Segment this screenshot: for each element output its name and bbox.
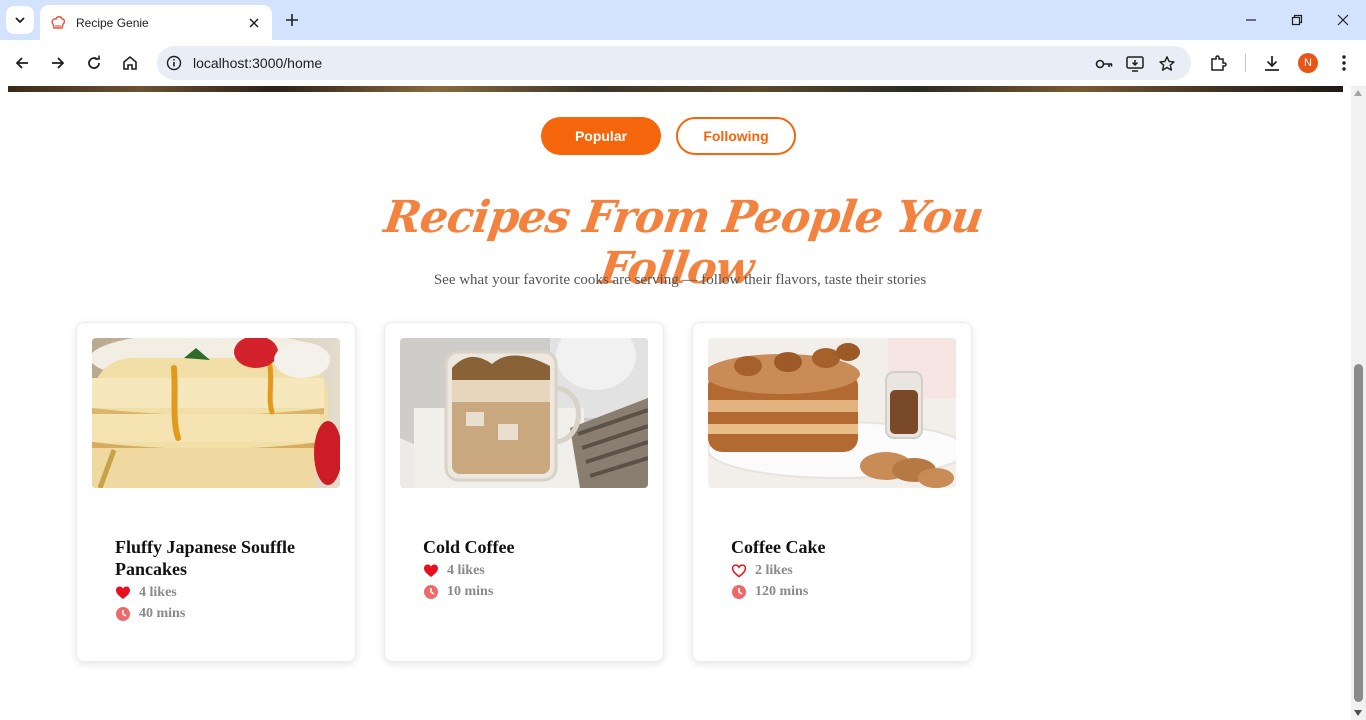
puzzle-icon <box>1211 55 1227 71</box>
recipe-likes: 4 likes <box>423 563 485 579</box>
recipe-time: 120 mins <box>731 584 808 600</box>
recipe-image-cold-coffee[interactable] <box>400 338 648 488</box>
scrollbar-thumb[interactable] <box>1354 364 1363 702</box>
clock-icon <box>423 584 439 600</box>
minimize-icon <box>1246 19 1256 21</box>
recipe-genie-favicon-icon <box>50 15 66 31</box>
browser-menu-button[interactable] <box>1332 51 1356 75</box>
scroll-down-arrow-icon[interactable] <box>1354 710 1362 716</box>
address-bar[interactable]: localhost:3000/home <box>157 46 1191 80</box>
back-button[interactable] <box>8 49 36 77</box>
plus-icon <box>286 14 298 26</box>
reload-button[interactable] <box>80 49 108 77</box>
scroll-up-arrow-icon[interactable] <box>1354 90 1362 96</box>
tab-strip: Recipe Genie <box>0 0 1366 40</box>
close-window-button[interactable] <box>1328 6 1358 34</box>
tab-search-button[interactable] <box>6 6 34 34</box>
site-info-icon[interactable] <box>165 54 183 72</box>
browser-tab[interactable]: Recipe Genie <box>40 5 272 40</box>
recipe-title[interactable]: Coffee Cake <box>731 536 941 558</box>
recipe-card[interactable]: Coffee Cake 2 likes 120 mins <box>692 322 972 662</box>
close-icon <box>1337 14 1349 26</box>
url-text[interactable]: localhost:3000/home <box>193 55 322 71</box>
recipe-title[interactable]: Fluffy Japanese Souffle Pancakes <box>115 536 325 580</box>
recipe-image-pancakes[interactable] <box>92 338 340 488</box>
arrow-left-icon <box>15 57 28 69</box>
recipe-time: 10 mins <box>423 584 493 600</box>
recipe-likes: 2 likes <box>731 563 793 579</box>
clock-icon <box>115 606 131 622</box>
page-viewport: Popular Following Recipes From People Yo… <box>0 86 1366 720</box>
section-subheading: See what your favorite cooks are serving… <box>433 272 927 288</box>
heart-filled-icon[interactable] <box>423 563 439 579</box>
reload-icon <box>88 55 100 69</box>
likes-count: 4 likes <box>447 563 485 578</box>
page-scrollbar[interactable] <box>1351 86 1366 720</box>
clock-icon <box>731 584 747 600</box>
arrow-right-icon <box>52 57 65 69</box>
downloads-button[interactable] <box>1260 51 1284 75</box>
cook-time: 120 mins <box>755 584 809 599</box>
home-icon <box>123 55 137 70</box>
recipe-image-coffee-cake[interactable] <box>708 338 956 488</box>
heart-filled-icon[interactable] <box>115 585 131 601</box>
recipe-title[interactable]: Cold Coffee <box>423 536 633 558</box>
recipe-likes: 4 likes <box>115 585 177 601</box>
likes-count: 2 likes <box>755 563 793 578</box>
heart-outline-icon[interactable] <box>731 563 747 579</box>
cook-time: 10 mins <box>447 584 494 599</box>
tab-title: Recipe Genie <box>76 15 149 30</box>
close-tab-icon[interactable] <box>246 15 262 31</box>
likes-count: 4 likes <box>139 585 177 600</box>
chevron-down-icon <box>15 17 25 24</box>
recipe-time: 40 mins <box>115 606 185 622</box>
recipe-card[interactable]: Fluffy Japanese Souffle Pancakes 4 likes… <box>76 322 356 662</box>
hero-banner-image <box>8 86 1343 92</box>
download-icon <box>1265 56 1279 71</box>
forward-button[interactable] <box>44 49 72 77</box>
home-button[interactable] <box>116 49 144 77</box>
password-key-icon[interactable] <box>1093 53 1115 75</box>
profile-avatar[interactable]: N <box>1298 53 1318 73</box>
new-tab-button[interactable] <box>280 8 304 32</box>
extensions-button[interactable] <box>1206 51 1230 75</box>
install-app-icon[interactable] <box>1124 53 1146 75</box>
browser-toolbar: localhost:3000/home N <box>0 40 1366 86</box>
minimize-button[interactable] <box>1236 6 1266 34</box>
restore-button[interactable] <box>1282 6 1312 34</box>
more-vertical-icon <box>1342 55 1346 71</box>
toolbar-divider <box>1245 54 1246 72</box>
restore-icon <box>1291 14 1303 26</box>
following-tab-button[interactable]: Following <box>676 117 796 155</box>
cook-time: 40 mins <box>139 606 186 621</box>
bookmark-star-icon[interactable] <box>1156 53 1178 75</box>
popular-tab-button[interactable]: Popular <box>541 117 661 155</box>
recipe-card[interactable]: Cold Coffee 4 likes 10 mins <box>384 322 664 662</box>
